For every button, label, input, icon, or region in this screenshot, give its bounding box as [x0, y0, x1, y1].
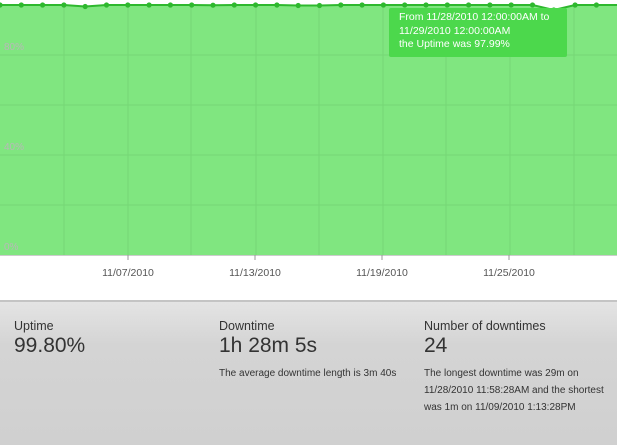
y-tick-label: 80%: [4, 42, 24, 53]
downtime-value: 1h 28m 5s: [219, 334, 318, 357]
data-point: [572, 2, 578, 8]
x-tick-label: 11/25/2010: [483, 267, 535, 279]
data-point: [593, 2, 600, 8]
data-point: [125, 2, 131, 8]
data-point: [210, 2, 216, 8]
uptime-stat: Uptime 99.80%: [14, 319, 194, 358]
data-point: [103, 2, 110, 8]
uptime-chart: 0% 40% 80% 11/07/2010 11/13/2010 11/19/2010 11…: [0, 0, 617, 300]
tooltip-line-3: the Uptime was 97.99%: [399, 38, 510, 50]
uptime-label: Uptime: [14, 319, 54, 333]
tooltip-line-1: From 11/28/2010 12:00:00AM to: [399, 11, 550, 23]
data-point: [231, 2, 237, 8]
downtime-label: Downtime: [219, 319, 275, 333]
data-point: [423, 2, 429, 8]
data-point: [146, 2, 152, 8]
downtime-count-note: The longest downtime was 29m on 11/28/20…: [424, 368, 604, 413]
x-tick-label: 11/07/2010: [102, 267, 154, 279]
y-tick-label: 0%: [4, 242, 19, 253]
data-point: [487, 2, 493, 8]
data-point: [402, 2, 408, 8]
x-tick-label: 11/13/2010: [229, 267, 281, 279]
data-point: [167, 2, 173, 8]
data-point: [82, 3, 88, 10]
data-point: [316, 2, 323, 9]
y-tick-label: 40%: [4, 142, 24, 153]
data-point: [295, 2, 301, 9]
data-point: [508, 2, 514, 8]
data-point: [380, 2, 386, 8]
downtime-count-stat: Number of downtimes 24 The longest downt…: [424, 319, 609, 416]
downtime-count-label: Number of downtimes: [424, 319, 546, 333]
downtime-stat: Downtime 1h 28m 5s The average downtime …: [219, 319, 399, 382]
data-point: [253, 2, 259, 8]
downtime-count-value: 24: [424, 334, 448, 357]
data-point: [189, 2, 195, 8]
data-point: [274, 2, 280, 8]
data-point: [61, 2, 67, 8]
chart-tooltip: From 11/28/2010 12:00:00AM to 11/29/2010…: [389, 8, 567, 57]
data-point: [529, 2, 536, 8]
stats-panel: Uptime 99.80% Downtime 1h 28m 5s The ave…: [0, 300, 617, 445]
tooltip-line-2: 11/29/2010 12:00:00AM: [399, 24, 511, 37]
uptime-value: 99.80%: [14, 334, 86, 357]
data-point: [444, 2, 450, 8]
downtime-note: The average downtime length is 3m 40s: [219, 368, 397, 379]
data-point: [40, 2, 46, 8]
x-tick-label: 11/19/2010: [356, 267, 408, 279]
data-point: [359, 2, 365, 8]
data-point: [466, 2, 472, 8]
data-point: [338, 2, 344, 8]
data-point: [18, 2, 24, 8]
